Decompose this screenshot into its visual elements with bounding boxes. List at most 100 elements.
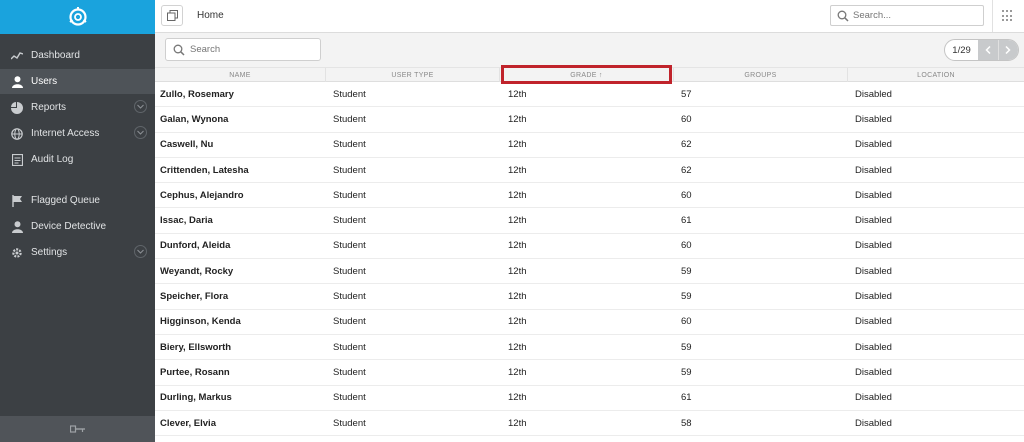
cell-grade: 12th [508,291,527,303]
table-row[interactable]: Higginson, Kenda Student 12th 60 Disabled [155,310,1024,335]
sidebar-item-flagged-queue[interactable]: Flagged Queue [0,188,155,213]
sidebar-item-label: Settings [31,247,68,258]
cell-groups: 61 [681,215,692,227]
cell-name: Galan, Wynona [160,113,229,125]
table-row[interactable]: Clever, Elvia Student 12th 58 Disabled [155,411,1024,437]
cell-location: Disabled [855,240,892,252]
cell-grade: 12th [508,392,527,404]
cell-user-type: Student [333,265,366,277]
next-page-button[interactable] [997,40,1018,60]
cell-grade: 12th [508,189,527,201]
sidebar-footer[interactable] [0,416,155,442]
cell-user-type: Student [333,291,366,303]
cell-user-type: Student [333,113,366,125]
cell-grade: 12th [508,417,527,429]
globe-icon [11,127,23,140]
cell-grade: 12th [508,88,527,100]
cell-grade: 12th [508,240,527,252]
breadcrumb-home[interactable]: Home [197,10,224,21]
cell-location: Disabled [855,316,892,328]
chevron-down-icon[interactable] [134,245,147,258]
prev-page-button[interactable] [978,40,998,60]
sidebar-item-reports[interactable]: Reports [0,95,155,120]
cell-name: Caswell, Nu [160,139,214,151]
cell-location: Disabled [855,189,892,201]
cell-location: Disabled [855,392,892,404]
cell-user-type: Student [333,139,366,151]
global-search[interactable] [830,5,984,26]
cell-name: Zullo, Rosemary [160,88,234,100]
cell-name: Dunford, Aleida [160,240,231,252]
cell-groups: 61 [681,392,692,404]
cell-groups: 59 [681,265,692,277]
pagination: 1/29 [944,39,1019,61]
cell-user-type: Student [333,189,366,201]
table-row[interactable]: Speicher, Flora Student 12th 59 Disabled [155,284,1024,310]
search-icon [837,10,849,22]
cell-groups: 59 [681,291,692,303]
table-row[interactable]: Caswell, Nu Student 12th 62 Disabled [155,133,1024,158]
cell-location: Disabled [855,215,892,227]
global-search-input[interactable] [853,10,973,21]
logo-bar[interactable] [0,0,155,34]
cell-name: Speicher, Flora [160,291,229,303]
apps-grid-icon[interactable] [1002,10,1014,22]
cell-user-type: Student [333,417,366,429]
column-header-location[interactable]: LOCATION [848,68,1024,82]
sidebar-item-label: Device Detective [31,221,107,232]
top-bar: Home [155,0,1024,33]
sidebar-item-internet-access[interactable]: Internet Access [0,121,155,146]
user-icon [11,75,23,88]
sidebar-item-settings[interactable]: Settings [0,240,155,265]
app-logo-icon [68,7,87,26]
cell-user-type: Student [333,88,366,100]
sidebar-item-audit-log[interactable]: Audit Log [0,147,155,172]
gear-icon [11,247,23,259]
cell-location: Disabled [855,113,892,125]
cell-groups: 62 [681,139,692,151]
sidebar-item-dashboard[interactable]: Dashboard [0,43,155,68]
cell-user-type: Student [333,215,366,227]
cell-location: Disabled [855,366,892,378]
table-row[interactable]: Zullo, Rosemary Student 12th 57 Disabled [155,82,1024,108]
table-row[interactable]: Weyandt, Rocky Student 12th 59 Disabled [155,259,1024,285]
cell-name: Issac, Daria [160,215,213,227]
table-search[interactable] [165,38,321,61]
table-row[interactable]: Durling, Markus Student 12th 61 Disabled [155,386,1024,411]
table-row[interactable]: Galan, Wynona Student 12th 60 Disabled [155,107,1024,133]
cell-location: Disabled [855,88,892,100]
column-header-groups[interactable]: GROUPS [674,68,848,82]
table-row[interactable]: Crittenden, Latesha Student 12th 62 Disabled [155,158,1024,184]
table-row[interactable]: Purtee, Rosann Student 12th 59 Disabled [155,360,1024,386]
chevron-down-icon[interactable] [134,100,147,113]
cell-groups: 60 [681,240,692,252]
sidebar-item-users[interactable]: Users [0,69,155,94]
cell-grade: 12th [508,265,527,277]
cell-location: Disabled [855,265,892,277]
column-header-user-type[interactable]: USER TYPE [326,68,500,82]
flag-icon [11,194,23,207]
table-toolbar: 1/29 [155,33,1024,67]
cell-user-type: Student [333,316,366,328]
table-row[interactable]: Cephus, Alejandro Student 12th 60 Disabled [155,183,1024,209]
cell-grade: 12th [508,341,527,353]
cell-groups: 60 [681,189,692,201]
column-header-name[interactable]: NAME [155,68,326,82]
table-row[interactable]: Issac, Daria Student 12th 61 Disabled [155,208,1024,234]
cell-user-type: Student [333,392,366,404]
sidebar-item-label: Internet Access [31,128,100,139]
cell-name: Durling, Markus [160,392,232,404]
key-icon [69,425,85,433]
chevron-right-icon [1005,46,1011,54]
table-body: Zullo, Rosemary Student 12th 57 Disabled Gala… [155,82,1024,437]
cell-name: Crittenden, Latesha [160,164,249,176]
table-row[interactable]: Dunford, Aleida Student 12th 60 Disabled [155,234,1024,260]
cell-location: Disabled [855,341,892,353]
chevron-down-icon[interactable] [134,126,147,139]
restore-window-button[interactable] [161,5,183,26]
cell-location: Disabled [855,139,892,151]
table-row[interactable]: Biery, Ellsworth Student 12th 59 Disabled [155,335,1024,361]
cell-groups: 60 [681,113,692,125]
sidebar-item-device-detective[interactable]: Device Detective [0,214,155,239]
table-search-input[interactable] [190,44,310,55]
